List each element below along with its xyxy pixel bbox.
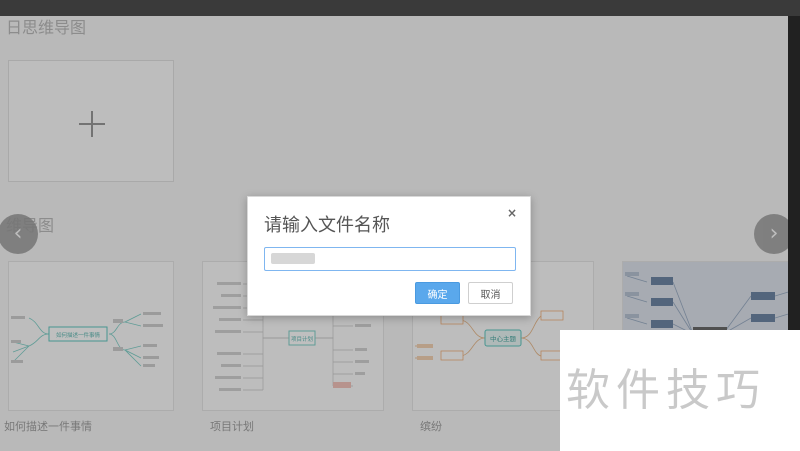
dialog-title: 请输入文件名称 <box>264 215 390 236</box>
confirm-button[interactable]: 确定 <box>415 282 460 304</box>
input-value-redacted <box>271 253 315 264</box>
watermark-text: 软件技巧 <box>566 365 766 416</box>
filename-dialog: 请输入文件名称 × 确定 取消 <box>247 196 531 316</box>
filename-input[interactable] <box>264 247 516 271</box>
close-icon[interactable]: × <box>507 206 517 220</box>
cancel-button[interactable]: 取消 <box>468 282 513 304</box>
